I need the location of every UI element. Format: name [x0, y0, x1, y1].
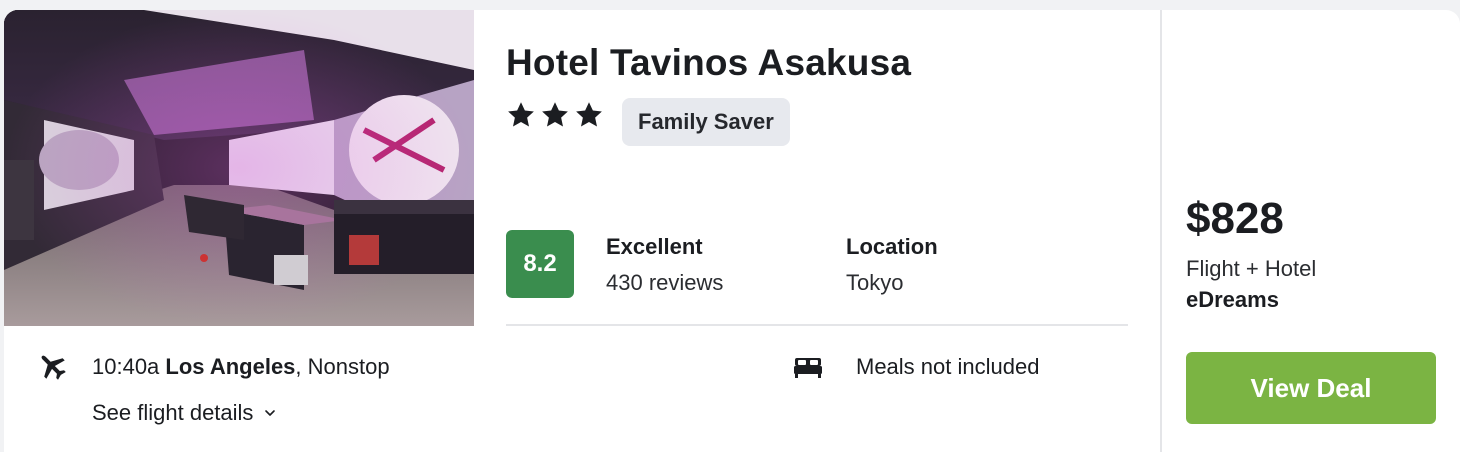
see-flight-details-link[interactable]: See flight details	[92, 400, 277, 426]
plane-icon	[41, 355, 66, 380]
column-separator	[1160, 10, 1162, 452]
flight-stops: , Nonstop	[295, 354, 390, 379]
departure-time: 10:40a	[92, 354, 160, 379]
hotel-info: Hotel Tavinos Asakusa Family Saver 8.2 E…	[506, 10, 1128, 326]
star-rating	[506, 100, 604, 130]
chevron-down-icon	[265, 410, 276, 416]
divider	[506, 324, 1128, 326]
hotel-photo[interactable]	[4, 10, 474, 326]
package-type: Flight + Hotel	[1186, 256, 1317, 281]
star-icon	[508, 102, 534, 127]
location-label: Location	[846, 234, 938, 259]
flight-details-label: See flight details	[92, 400, 254, 425]
hotel-result-card[interactable]: Hotel Tavinos Asakusa Family Saver 8.2 E…	[4, 10, 1460, 452]
family-saver-badge: Family Saver	[622, 98, 790, 146]
hotel-lobby-image	[4, 10, 474, 326]
star-icon	[576, 102, 602, 127]
bed-icon	[794, 358, 822, 378]
deal-provider: eDreams	[1186, 287, 1279, 312]
rating-label: Excellent	[606, 234, 703, 259]
star-icon	[542, 102, 568, 127]
location-value: Tokyo	[846, 270, 904, 295]
hotel-name[interactable]: Hotel Tavinos Asakusa	[506, 42, 911, 84]
flight-summary: 10:40a Los Angeles, Nonstop	[92, 354, 390, 380]
view-deal-button[interactable]: View Deal	[1186, 352, 1436, 424]
deal-price: $828	[1186, 194, 1284, 243]
meals-info: Meals not included	[856, 354, 1040, 379]
review-count[interactable]: 430 reviews	[606, 270, 723, 296]
departure-city: Los Angeles	[165, 354, 296, 379]
review-score: 8.2	[506, 230, 574, 298]
